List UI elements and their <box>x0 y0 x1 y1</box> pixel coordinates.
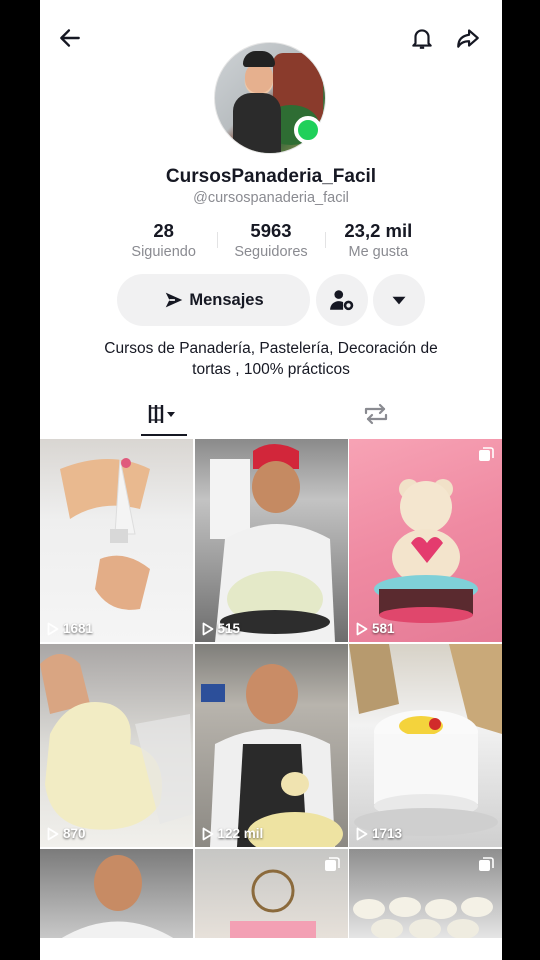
stat-label: Siguiendo <box>131 244 196 260</box>
view-count: 870 <box>46 826 86 841</box>
play-icon <box>202 622 213 635</box>
stat-followers[interactable]: 5963 Seguidores <box>217 220 324 264</box>
stat-value: 28 <box>153 220 174 241</box>
video-thumbnail[interactable]: 1713 <box>349 644 502 847</box>
profile-screen: CursosPanaderia_Facil @cursospanaderia_f… <box>40 0 502 960</box>
view-count: 581 <box>355 621 395 636</box>
baker-portrait-image <box>60 855 175 939</box>
view-count: 515 <box>201 621 241 636</box>
tab-reposts[interactable] <box>316 392 436 436</box>
view-count: 122 mil <box>201 826 264 841</box>
video-thumbnail[interactable]: 870 <box>40 644 193 847</box>
more-options-button[interactable] <box>373 274 425 326</box>
user-settings-icon <box>330 290 354 311</box>
video-thumbnail[interactable] <box>349 849 502 939</box>
share-icon[interactable] <box>448 18 488 58</box>
profile-stats: 28 Siguiendo 5963 Seguidores 23,2 mil Me… <box>110 220 432 264</box>
video-thumbnail[interactable] <box>194 849 348 939</box>
profile-username: CursosPanaderia_Facil <box>165 166 377 187</box>
back-arrow-icon[interactable] <box>50 18 90 58</box>
video-thumbnail[interactable] <box>40 849 193 939</box>
play-icon <box>356 827 368 840</box>
bell-icon[interactable] <box>402 18 442 58</box>
repost-icon <box>364 403 388 425</box>
bio-line: tortas , 100% prácticos <box>192 361 350 378</box>
teddy-bear-cake-image <box>374 479 478 623</box>
multi-photo-icon <box>324 857 340 871</box>
active-tab-indicator <box>141 434 187 436</box>
video-grid: 1681 515 581 870 122 mil 1713 <box>40 439 502 939</box>
stat-likes[interactable]: 23,2 mil Me gusta <box>324 220 432 264</box>
avatar[interactable] <box>214 42 326 154</box>
baker-apron-image <box>200 664 343 847</box>
messages-button[interactable]: Mensajes <box>117 274 310 326</box>
bio-line: Cursos de Panadería, Pastelería, Decorac… <box>104 340 438 357</box>
stat-following[interactable]: 28 Siguiendo <box>110 220 217 264</box>
stat-label: Seguidores <box>234 244 308 260</box>
piping-bag-image <box>60 458 150 610</box>
stat-label: Me gusta <box>348 244 409 260</box>
stat-value: 23,2 mil <box>344 220 413 241</box>
video-thumbnail[interactable]: 1681 <box>40 439 193 642</box>
view-count-value: 515 <box>217 621 241 636</box>
content-tabs <box>40 392 502 438</box>
follow-settings-button[interactable] <box>316 274 368 326</box>
profile-bio: Cursos de Panadería, Pastelería, Decorac… <box>60 338 482 380</box>
video-thumbnail[interactable]: 122 mil <box>194 644 348 847</box>
stat-value: 5963 <box>250 220 292 241</box>
view-count-value: 1681 <box>63 621 94 636</box>
view-count: 1713 <box>355 826 402 841</box>
online-status-dot <box>294 116 322 144</box>
system-nav-bar <box>40 938 502 960</box>
play-icon <box>47 827 59 840</box>
view-count-value: 870 <box>63 826 86 841</box>
chevron-down-icon <box>392 296 406 305</box>
play-icon <box>47 622 59 635</box>
play-icon <box>356 622 368 635</box>
view-count: 1681 <box>46 621 93 636</box>
view-count-value: 1713 <box>372 826 403 841</box>
play-icon <box>202 827 213 840</box>
profile-handle: @cursospanaderia_facil <box>193 190 349 206</box>
cream-shape-image <box>40 654 193 830</box>
videos-grid-icon <box>148 405 175 423</box>
view-count-value: 581 <box>372 621 395 636</box>
messages-button-label: Mensajes <box>189 290 264 309</box>
tab-videos[interactable] <box>104 392 224 436</box>
send-icon <box>166 292 183 308</box>
view-count-value: 122 mil <box>217 826 264 841</box>
profile-actions: Mensajes <box>40 274 502 326</box>
video-thumbnail[interactable]: 515 <box>194 439 348 642</box>
multi-photo-icon <box>479 447 494 461</box>
video-thumbnail[interactable]: 581 <box>349 439 502 642</box>
fruit-cake-image <box>349 644 502 836</box>
baker-bread-image <box>209 444 335 642</box>
multi-photo-icon <box>479 857 494 871</box>
